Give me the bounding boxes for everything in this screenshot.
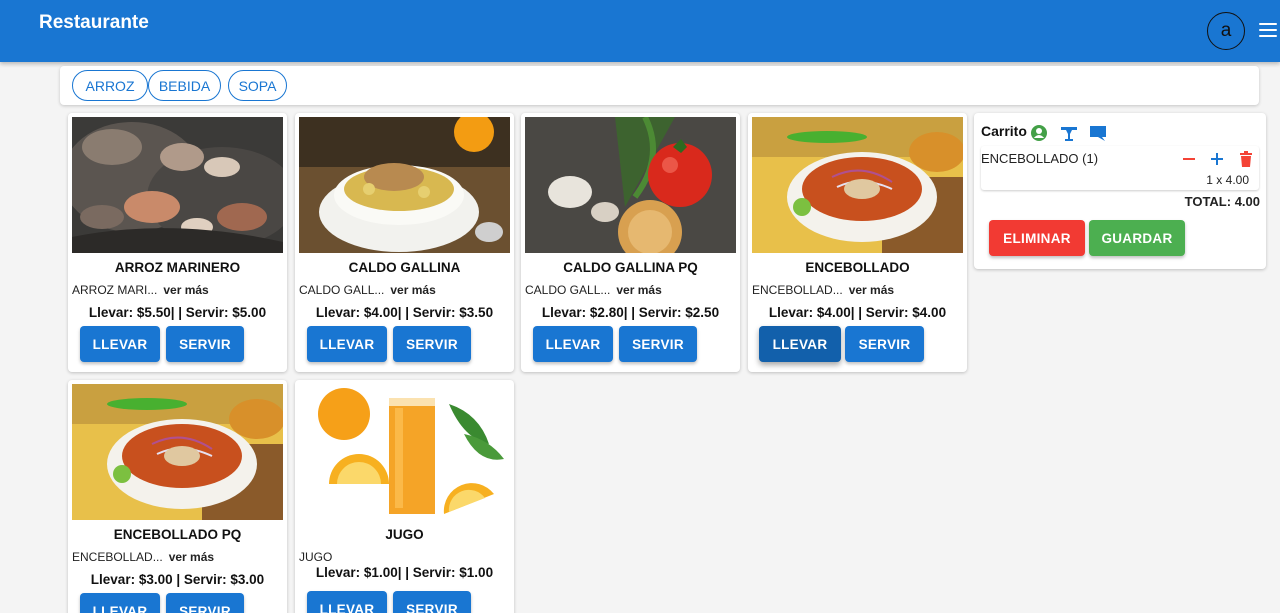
- product-image: [299, 117, 510, 253]
- product-price: Llevar: $3.00 | Servir: $3.00: [90, 572, 265, 587]
- product-description: ENCEBOLLAD... ver más: [72, 550, 215, 564]
- product-card: CALDO GALLINA CALDO GALL... ver más Lleva…: [295, 113, 514, 372]
- product-description: JUGO: [299, 550, 333, 564]
- see-more-link[interactable]: ver más: [849, 283, 894, 297]
- serve-button[interactable]: SERVIR: [393, 591, 471, 613]
- cart-item-quantity: 1 x 4.00: [1206, 173, 1249, 187]
- product-name: JUGO: [385, 527, 424, 542]
- product-name: CALDO GALLINA: [348, 260, 461, 275]
- category-chip-bebida[interactable]: BEBIDA: [148, 70, 221, 101]
- category-chip-arroz[interactable]: ARROZ: [72, 70, 148, 101]
- serve-button[interactable]: SERVIR: [166, 326, 244, 362]
- product-card: ENCEBOLLADO PQ ENCEBOLLAD... ver más Llev…: [68, 380, 287, 613]
- product-card: ARROZ MARINERO ARROZ MARI... ver más Llev…: [68, 113, 287, 372]
- product-price: Llevar: $2.80| | Servir: $2.50: [541, 305, 720, 320]
- category-chip-sopa[interactable]: SOPA: [228, 70, 287, 101]
- menu-icon[interactable]: [1257, 20, 1279, 40]
- table-icon[interactable]: [1060, 124, 1078, 142]
- product-card: ENCEBOLLADO ENCEBOLLAD... ver más Llevar:…: [748, 113, 967, 372]
- cart-total: TOTAL: 4.00: [1184, 194, 1260, 209]
- user-avatar[interactable]: a: [1207, 12, 1245, 50]
- plus-icon[interactable]: [1208, 150, 1226, 168]
- see-more-link[interactable]: ver más: [163, 283, 208, 297]
- product-price: Llevar: $5.50| | Servir: $5.00: [88, 305, 267, 320]
- comment-icon[interactable]: [1089, 124, 1107, 142]
- app-bar: Restaurante a: [0, 0, 1280, 62]
- product-price: Llevar: $1.00| | Servir: $1.00: [315, 565, 494, 580]
- product-name: ARROZ MARINERO: [114, 260, 241, 275]
- product-name: CALDO GALLINA PQ: [563, 260, 698, 275]
- product-image: [299, 384, 510, 520]
- serve-button[interactable]: SERVIR: [393, 326, 471, 362]
- take-away-button[interactable]: LLEVAR: [307, 591, 387, 613]
- product-image: [72, 117, 283, 253]
- product-name: ENCEBOLLADO: [805, 260, 910, 275]
- product-description: CALDO GALL... ver más: [299, 283, 436, 297]
- cart-line-item: ENCEBOLLADO (1) 1 x 4.00: [981, 146, 1259, 190]
- product-card: CALDO GALLINA PQ CALDO GALL... ver más Ll…: [521, 113, 740, 372]
- see-more-link[interactable]: ver más: [390, 283, 435, 297]
- serve-button[interactable]: SERVIR: [845, 326, 924, 362]
- app-title: Restaurante: [39, 12, 149, 33]
- product-price: Llevar: $4.00| | Servir: $3.50: [315, 305, 494, 320]
- cart-item-name: ENCEBOLLADO (1): [981, 151, 1099, 166]
- product-description: ENCEBOLLAD... ver más: [752, 283, 895, 297]
- take-away-button[interactable]: LLEVAR: [80, 593, 160, 613]
- product-card: JUGO JUGO Llevar: $1.00| | Servir: $1.00…: [295, 380, 514, 613]
- delete-icon[interactable]: [1237, 150, 1255, 168]
- take-away-button[interactable]: LLEVAR: [533, 326, 613, 362]
- product-description: ARROZ MARI... ver más: [72, 283, 209, 297]
- serve-button[interactable]: SERVIR: [166, 593, 244, 613]
- product-name: ENCEBOLLADO PQ: [113, 527, 242, 542]
- take-away-button[interactable]: LLEVAR: [307, 326, 387, 362]
- take-away-button[interactable]: LLEVAR: [80, 326, 160, 362]
- see-more-link[interactable]: ver más: [616, 283, 661, 297]
- cart-panel: Carrito ENCEBOLLADO (1) 1 x 4.00 TOTAL: …: [974, 113, 1266, 269]
- product-image: [752, 117, 963, 253]
- cart-title: Carrito: [981, 123, 1027, 139]
- serve-button[interactable]: SERVIR: [619, 326, 697, 362]
- product-image: [72, 384, 283, 520]
- category-bar: ARROZ BEBIDA SOPA: [60, 66, 1259, 105]
- product-image: [525, 117, 736, 253]
- product-price: Llevar: $4.00| | Servir: $4.00: [768, 305, 947, 320]
- account-circle-icon[interactable]: [1030, 124, 1048, 142]
- minus-icon[interactable]: [1180, 150, 1198, 168]
- save-order-button[interactable]: GUARDAR: [1089, 220, 1185, 256]
- delete-order-button[interactable]: ELIMINAR: [989, 220, 1085, 256]
- take-away-button[interactable]: LLEVAR: [759, 326, 841, 362]
- see-more-link[interactable]: ver más: [169, 550, 214, 564]
- product-description: CALDO GALL... ver más: [525, 283, 662, 297]
